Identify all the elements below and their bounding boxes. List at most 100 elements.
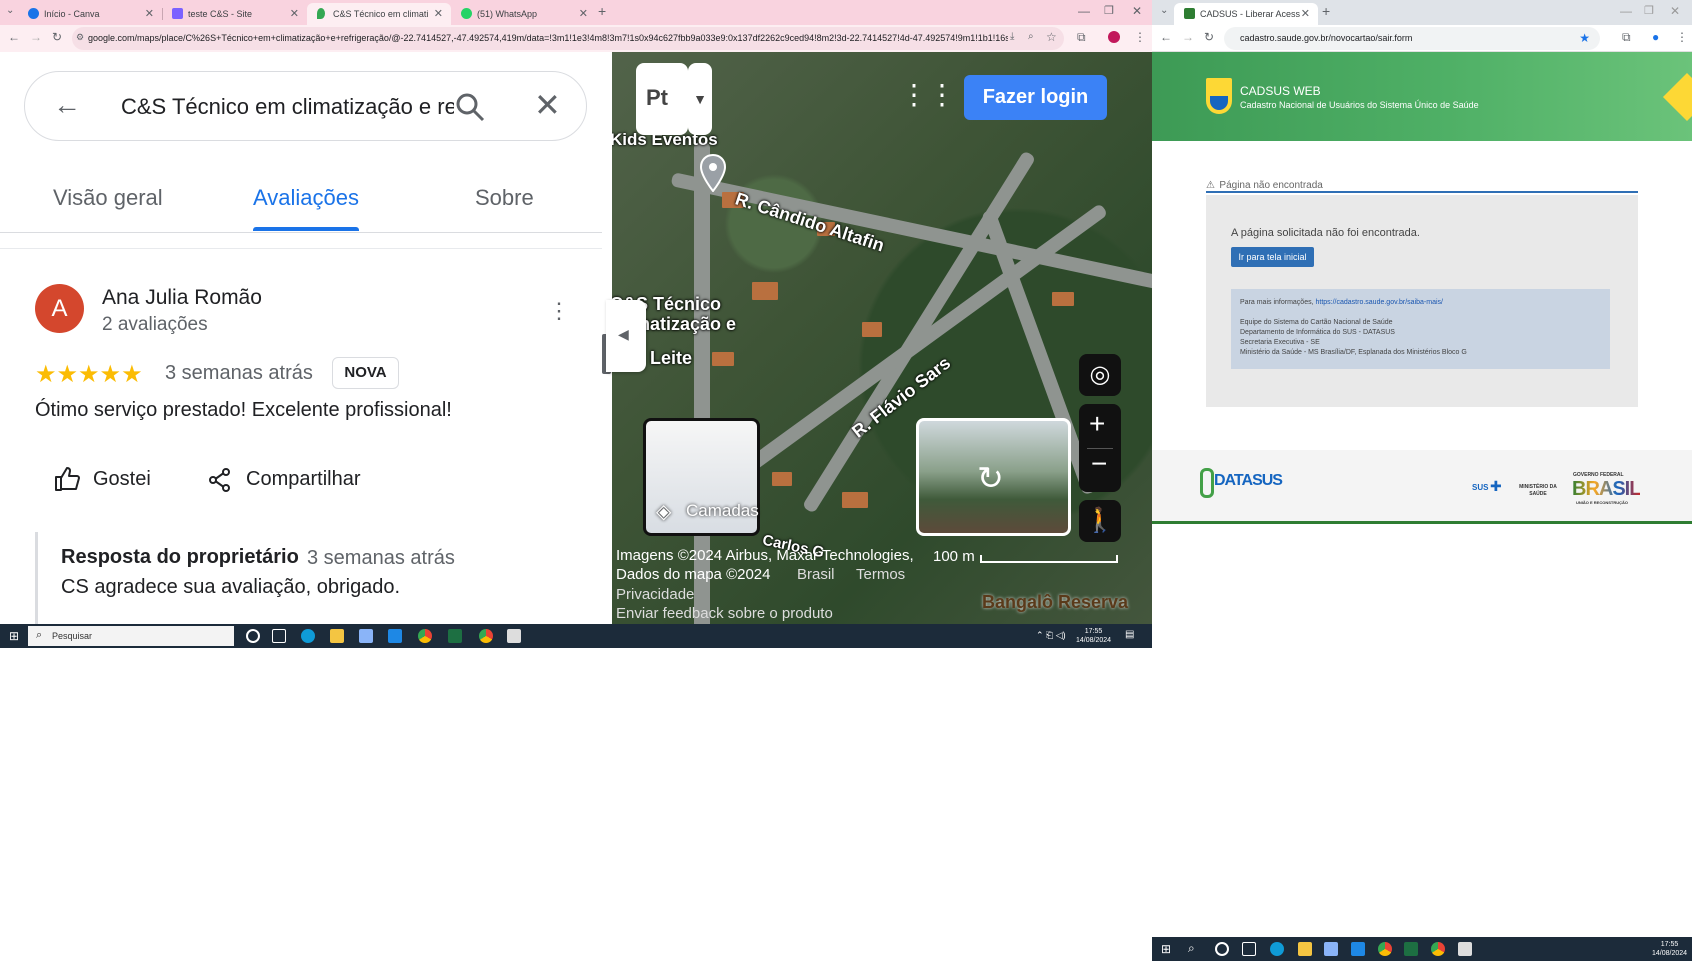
url-field[interactable]: cadastro.saude.gov.br/novocartao/sair.fo… bbox=[1224, 27, 1600, 50]
new-tab-icon[interactable]: + bbox=[598, 3, 606, 19]
menu-kebab-icon[interactable]: ⋮ bbox=[1134, 30, 1146, 44]
tab-search-chevron-icon[interactable]: ⌄ bbox=[1160, 5, 1168, 16]
tab-search-chevron-icon[interactable]: ⌄ bbox=[6, 5, 14, 16]
whatsapp-favicon-icon bbox=[461, 8, 472, 19]
forward-icon[interactable]: → bbox=[30, 30, 42, 44]
cortana-icon[interactable] bbox=[1215, 942, 1229, 956]
notifications-icon[interactable]: ▤ bbox=[1125, 629, 1134, 640]
chrome-icon[interactable] bbox=[418, 629, 432, 643]
close-tab-icon[interactable]: ✕ bbox=[145, 7, 154, 20]
tab-whatsapp[interactable]: (51) WhatsApp ✕ bbox=[451, 3, 596, 25]
close-tab-icon[interactable]: ✕ bbox=[290, 7, 299, 20]
task-view-icon[interactable] bbox=[1242, 942, 1256, 956]
my-location-icon[interactable]: ◎ bbox=[1079, 354, 1121, 396]
google-apps-icon[interactable]: ⋮⋮ bbox=[900, 80, 956, 110]
zoom-in-icon[interactable]: + bbox=[1089, 408, 1105, 440]
back-icon[interactable]: ← bbox=[1160, 30, 1172, 44]
store-icon[interactable] bbox=[1324, 942, 1338, 956]
edge-icon[interactable] bbox=[301, 629, 315, 643]
extensions-icon[interactable]: ⧉ bbox=[1622, 30, 1631, 45]
store-icon[interactable] bbox=[359, 629, 373, 643]
site-info-icon[interactable]: ⚙ bbox=[76, 32, 84, 43]
close-tab-icon[interactable]: ✕ bbox=[1301, 7, 1310, 20]
review-author[interactable]: Ana Julia Romão bbox=[102, 286, 262, 310]
tab-cadsus[interactable]: CADSUS - Liberar Acesso ao Re ✕ bbox=[1174, 3, 1318, 25]
edge-icon[interactable] bbox=[1270, 942, 1284, 956]
taskbar-clock[interactable]: 17:55 14/08/2024 bbox=[1076, 627, 1111, 645]
language-selector[interactable]: Pt bbox=[636, 63, 688, 135]
tab-site[interactable]: teste C&S - Site ✕ bbox=[162, 3, 307, 25]
install-icon[interactable]: ⤓ bbox=[1010, 31, 1014, 42]
privacy-link[interactable]: Privacidade bbox=[616, 586, 694, 603]
back-icon[interactable]: ← bbox=[8, 30, 20, 44]
satellite-map[interactable]: Kids Eventos R. Cândido Altafin C&S Técn… bbox=[612, 52, 1152, 624]
scale-label[interactable]: 100 m bbox=[933, 548, 975, 565]
chevron-down-icon[interactable]: ▼ bbox=[688, 63, 712, 135]
go-home-button[interactable]: Ir para tela inicial bbox=[1231, 247, 1314, 267]
street-view-thumbnail[interactable]: ↻ bbox=[916, 418, 1071, 536]
menu-kebab-icon[interactable]: ⋮ bbox=[1676, 30, 1688, 44]
windows-start-icon[interactable]: ⊞ bbox=[1161, 942, 1171, 956]
tab-overview[interactable]: Visão geral bbox=[53, 185, 163, 211]
sign-in-button[interactable]: Fazer login bbox=[964, 75, 1107, 120]
close-window-icon[interactable]: ✕ bbox=[1132, 4, 1142, 18]
minimize-icon[interactable]: — bbox=[1078, 4, 1090, 18]
tab-maps[interactable]: C&S Técnico em climatização e ✕ bbox=[307, 3, 451, 25]
profile-icon[interactable]: ● bbox=[1652, 30, 1659, 44]
windows-start-icon[interactable]: ⊞ bbox=[9, 629, 19, 643]
forward-icon[interactable]: → bbox=[1182, 30, 1194, 44]
cortana-icon[interactable] bbox=[246, 629, 260, 643]
avatar[interactable]: A bbox=[35, 284, 84, 333]
bookmark-star-icon[interactable]: ★ bbox=[1579, 31, 1590, 45]
file-explorer-icon[interactable] bbox=[1298, 942, 1312, 956]
tab-canva[interactable]: Início - Canva ✕ bbox=[18, 3, 162, 25]
task-view-icon[interactable] bbox=[272, 629, 286, 643]
close-tab-icon[interactable]: ✕ bbox=[434, 7, 443, 20]
minimize-icon[interactable]: — bbox=[1620, 4, 1632, 18]
country-link[interactable]: Brasil bbox=[797, 566, 835, 583]
street-view-pegman-icon[interactable]: 🚶 bbox=[1079, 500, 1121, 542]
search-icon[interactable] bbox=[455, 92, 485, 122]
chrome-active-icon[interactable] bbox=[479, 629, 493, 643]
collapse-panel-button[interactable]: ◀ bbox=[606, 300, 646, 372]
back-arrow-icon[interactable]: ← bbox=[53, 89, 81, 121]
profile-avatar[interactable] bbox=[1108, 31, 1120, 43]
maps-search-box[interactable]: ← C&S Técnico em climatização e refriger… bbox=[24, 71, 587, 141]
tab-reviews[interactable]: Avaliações bbox=[253, 185, 359, 211]
place-pin-icon[interactable] bbox=[699, 154, 727, 192]
tray-icons[interactable]: ⌃ ⎗ ◁) bbox=[1036, 630, 1066, 641]
file-explorer-icon[interactable] bbox=[330, 629, 344, 643]
excel-icon[interactable] bbox=[1404, 942, 1418, 956]
taskbar-search[interactable]: ⌕ Pesquisar bbox=[28, 626, 234, 646]
reload-icon[interactable]: ↻ bbox=[1204, 30, 1214, 44]
terms-link[interactable]: Termos bbox=[856, 566, 905, 583]
layers-button[interactable]: ◈ Camadas bbox=[643, 418, 760, 536]
chrome-icon[interactable] bbox=[1378, 942, 1392, 956]
search-input[interactable]: C&S Técnico em climatização e refrigeraç… bbox=[121, 94, 454, 120]
zoom-out-icon[interactable]: − bbox=[1091, 448, 1107, 480]
feedback-link[interactable]: Enviar feedback sobre o produto bbox=[616, 605, 833, 622]
new-tab-icon[interactable]: + bbox=[1322, 3, 1330, 19]
url-field[interactable]: ⚙ google.com/maps/place/C%26S+Técnico+em… bbox=[72, 27, 1064, 50]
tab-about[interactable]: Sobre bbox=[475, 185, 534, 211]
reload-icon[interactable]: ↻ bbox=[52, 30, 62, 44]
close-window-icon[interactable]: ✕ bbox=[1670, 4, 1680, 18]
search-icon[interactable]: ⌕ bbox=[1188, 941, 1195, 956]
restore-icon[interactable]: ❐ bbox=[1104, 4, 1114, 17]
review-menu-icon[interactable]: ⋮ bbox=[548, 298, 570, 324]
app-icon[interactable] bbox=[1458, 942, 1472, 956]
mail-icon[interactable] bbox=[388, 629, 402, 643]
bookmark-star-icon[interactable]: ☆ bbox=[1046, 30, 1057, 44]
extensions-icon[interactable]: ⧉ bbox=[1077, 30, 1086, 45]
mail-icon[interactable] bbox=[1351, 942, 1365, 956]
info-line: Equipe do Sistema do Cartão Nacional de … bbox=[1240, 319, 1393, 326]
restore-icon[interactable]: ❐ bbox=[1644, 4, 1654, 17]
app-icon[interactable] bbox=[507, 629, 521, 643]
info-link[interactable]: https://cadastro.saude.gov.br/saiba-mais… bbox=[1315, 299, 1443, 306]
taskbar-clock[interactable]: 17:55 14/08/2024 bbox=[1652, 940, 1687, 958]
zoom-icon[interactable]: ⌕ bbox=[1028, 31, 1034, 42]
close-tab-icon[interactable]: ✕ bbox=[579, 7, 588, 20]
chrome-active-icon[interactable] bbox=[1431, 942, 1445, 956]
clear-search-icon[interactable]: ✕ bbox=[534, 86, 561, 124]
excel-icon[interactable] bbox=[448, 629, 462, 643]
